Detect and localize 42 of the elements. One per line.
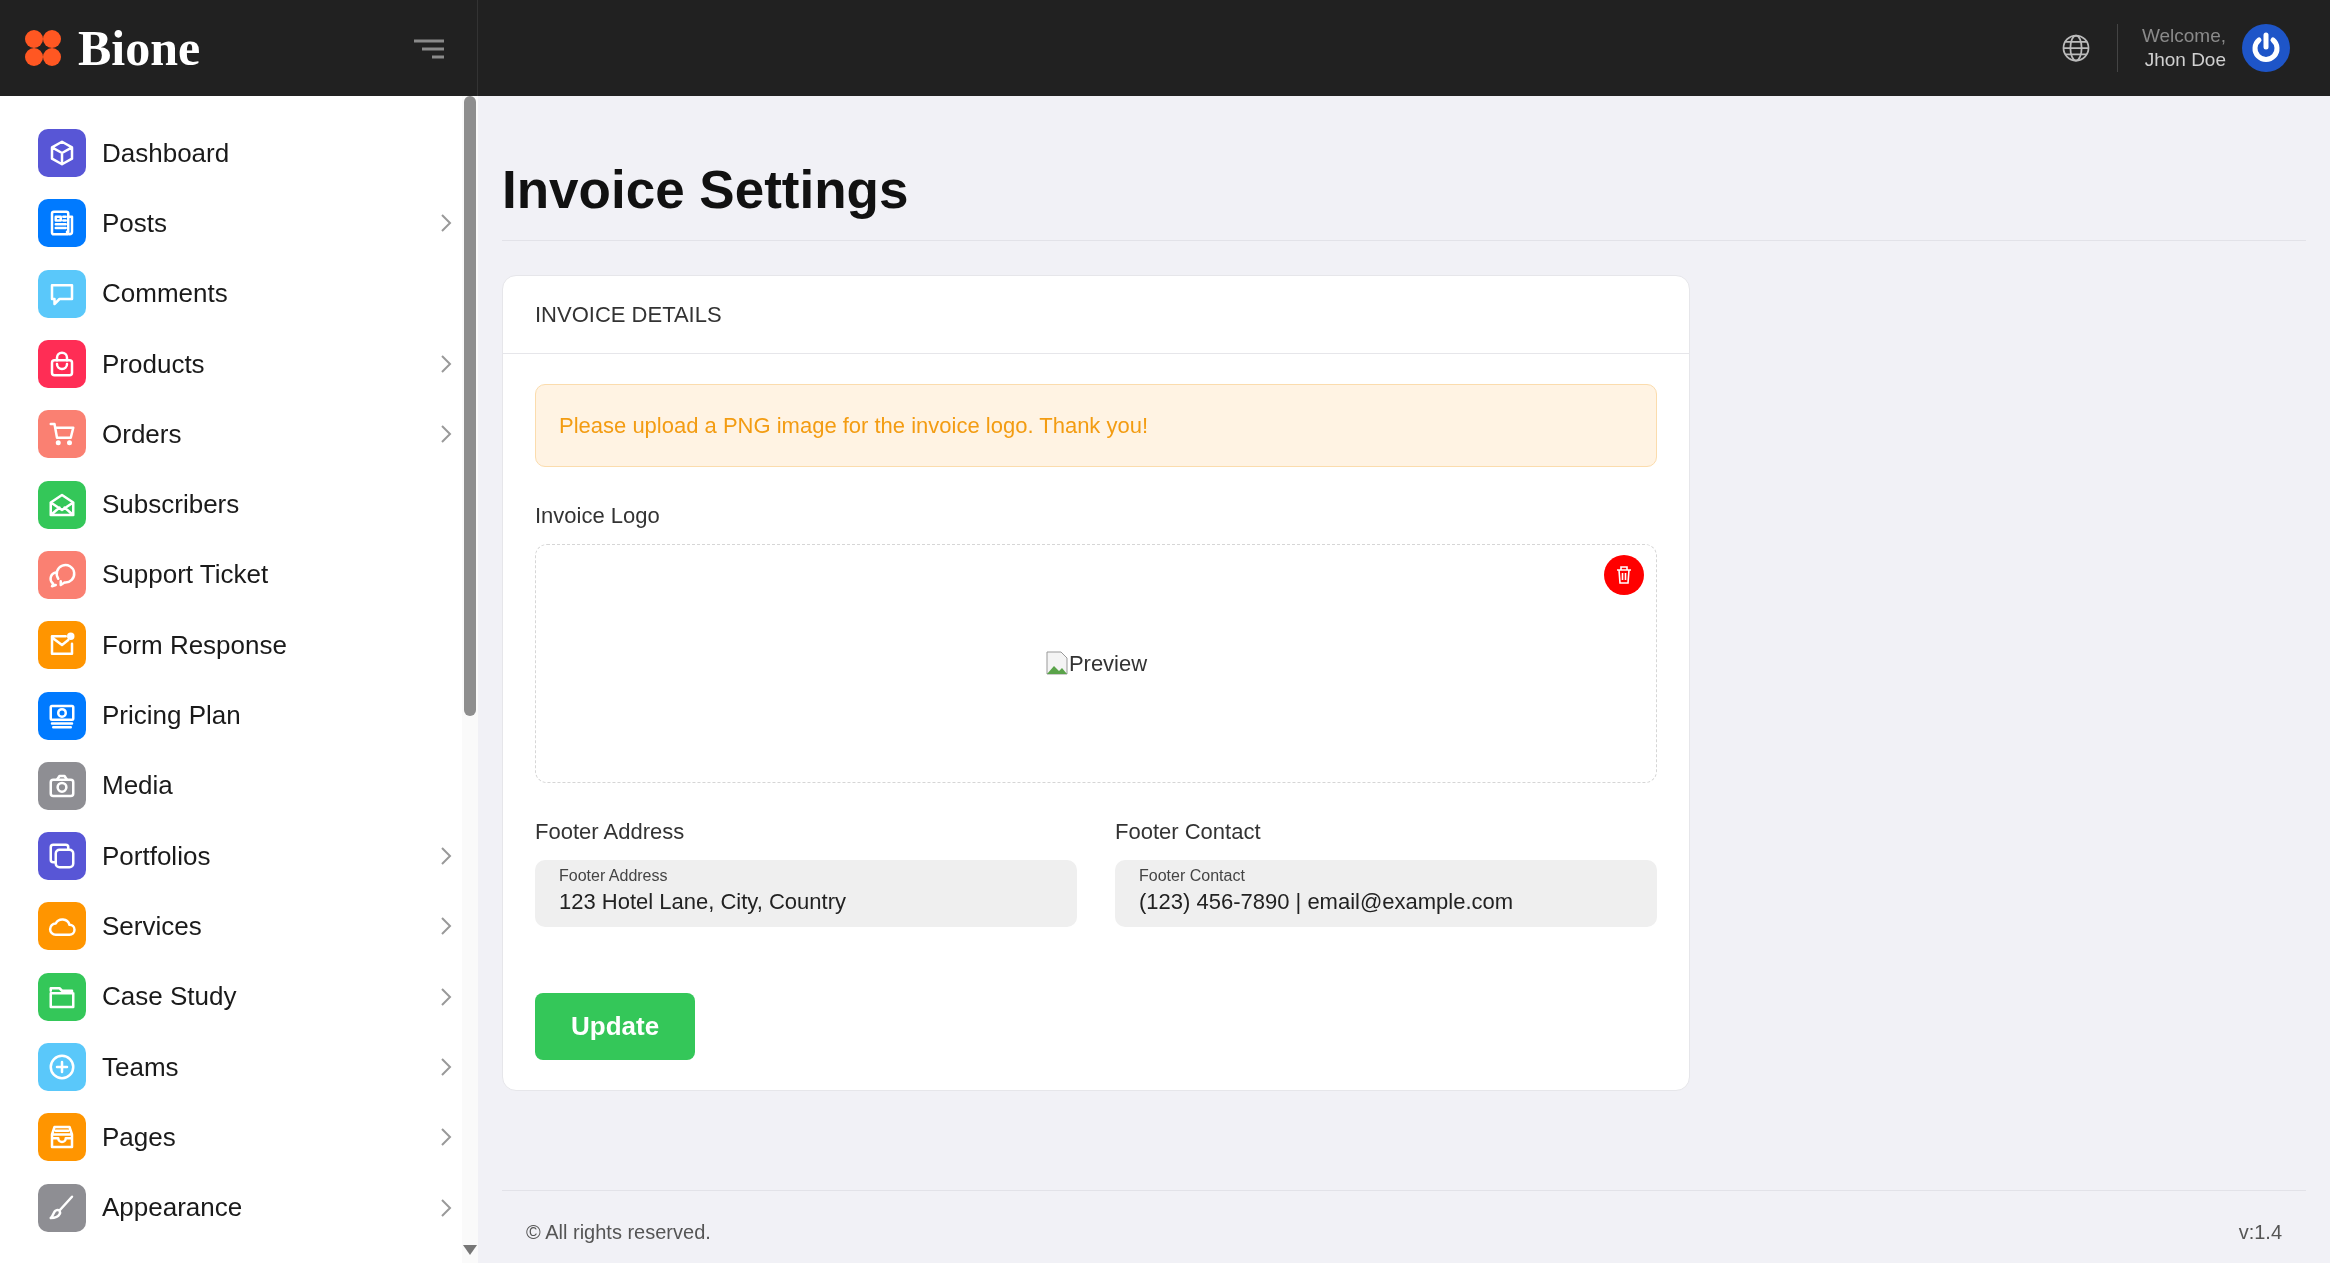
- input-field[interactable]: (123) 456-7890 | email@example.com: [1139, 884, 1633, 918]
- sidebar-item[interactable]: Case Study: [32, 961, 462, 1032]
- page-title: Invoice Settings: [502, 158, 2306, 241]
- user-name: Jhon Doe: [2143, 48, 2226, 72]
- copyright-text: © All rights reserved.: [526, 1220, 711, 1245]
- sidebar-item[interactable]: Dashboard: [32, 118, 462, 189]
- sidebar-item[interactable]: Orders: [32, 399, 462, 470]
- text-field[interactable]: Footer Address 123 Hotel Lane, City, Country: [535, 859, 1077, 927]
- power-avatar-icon[interactable]: [2242, 24, 2290, 72]
- sidebar-item[interactable]: Pricing Plan: [32, 680, 462, 751]
- sidebar-item[interactable]: Portfolios: [32, 820, 462, 892]
- sidebar-item[interactable]: Support Ticket: [32, 539, 462, 611]
- sidebar-item[interactable]: Comments: [32, 258, 462, 329]
- brand-name: Bione: [78, 23, 201, 73]
- alert-message: Please upload a PNG image for the invoice logo. Thank you!: [535, 383, 1657, 467]
- floating-label: Footer Contact: [1139, 865, 1246, 885]
- scrollbar-thumb[interactable]: [464, 96, 476, 716]
- preview-text: Preview: [1068, 649, 1148, 678]
- scroll-down-arrow-icon[interactable]: [463, 1245, 477, 1255]
- sidebar-item[interactable]: Posts: [32, 188, 462, 259]
- card-header: INVOICE DETAILS: [503, 275, 1689, 354]
- delete-button[interactable]: [1604, 554, 1644, 595]
- sidebar-item[interactable]: Pages: [32, 1102, 462, 1173]
- sidebar-item[interactable]: Subscribers: [32, 469, 462, 540]
- sidebar-item[interactable]: Products: [32, 328, 462, 400]
- sidebar-item[interactable]: Form Response: [32, 610, 462, 681]
- welcome-text: Welcome,: [2141, 24, 2226, 48]
- trash-icon: [1615, 564, 1633, 585]
- input-field[interactable]: 123 Hotel Lane, City, Country: [559, 884, 1053, 918]
- sidebar-item[interactable]: Media: [32, 750, 462, 821]
- field-label: Invoice Logo: [535, 501, 661, 530]
- broken-image-icon: [1044, 650, 1069, 677]
- floating-label: Footer Address: [559, 865, 669, 885]
- sidebar-item[interactable]: Teams: [32, 1031, 462, 1103]
- text-field[interactable]: Footer Contact (123) 456-7890 | email@example.com: [1115, 859, 1657, 927]
- field-label: Footer Contact: [1115, 817, 1262, 846]
- version-text: v:1.4: [2238, 1220, 2282, 1245]
- globe-icon[interactable]: [2060, 33, 2091, 63]
- clover-logo-icon: [24, 29, 62, 67]
- field-label: Footer Address: [535, 817, 686, 846]
- sidebar-item[interactable]: Appearance: [32, 1172, 462, 1243]
- sidebar-item[interactable]: Services: [32, 891, 462, 962]
